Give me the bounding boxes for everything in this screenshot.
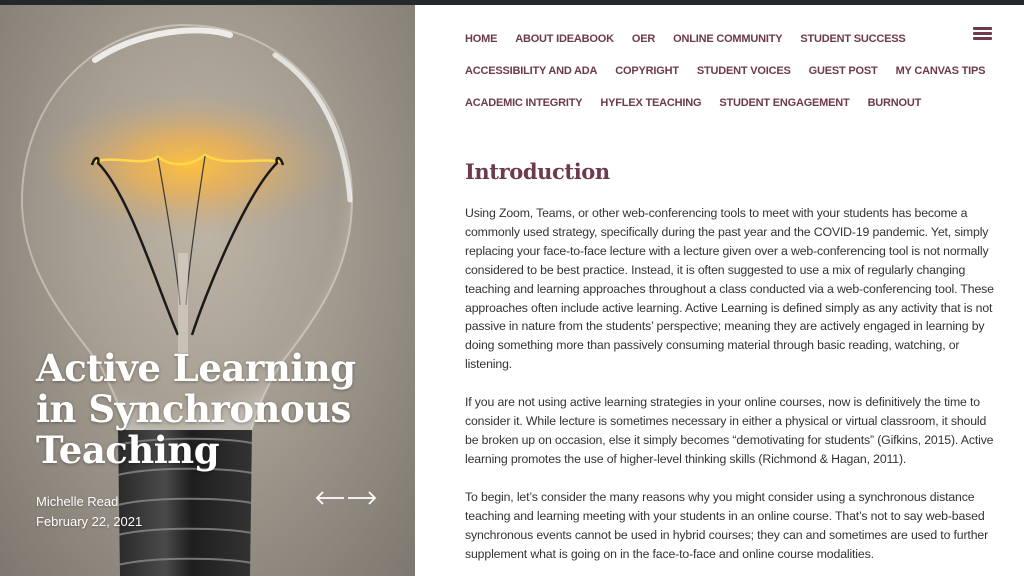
hamburger-icon-bar [973, 32, 992, 35]
nav-item-academic-integrity[interactable]: ACADEMIC INTEGRITY [465, 97, 583, 109]
previous-post-arrow-icon[interactable] [315, 490, 345, 506]
post-title: Active Learning in Synchronous Teaching [36, 348, 396, 471]
post-meta: Michelle Read February 22, 2021 [36, 492, 142, 532]
nav-item-oer[interactable]: OER [632, 33, 655, 45]
nav-item-student-engagement[interactable]: STUDENT ENGAGEMENT [719, 97, 849, 109]
post-date: February 22, 2021 [36, 514, 143, 529]
nav-item-online-community[interactable]: ONLINE COMMUNITY [673, 33, 782, 45]
hamburger-icon-bar [973, 37, 992, 40]
article-content: Introduction Using Zoom, Teams, or other… [465, 157, 997, 582]
nav-row: HOME ABOUT IDEABOOK OER ONLINE COMMUNITY… [465, 23, 935, 55]
nav-item-student-voices[interactable]: STUDENT VOICES [697, 65, 791, 77]
nav-item-copyright[interactable]: COPYRIGHT [615, 65, 679, 77]
main-navigation: HOME ABOUT IDEABOOK OER ONLINE COMMUNITY… [465, 23, 985, 119]
nav-item-hyflex-teaching[interactable]: HYFLEX TEACHING [600, 97, 701, 109]
nav-item-my-canvas-tips[interactable]: MY CANVAS TIPS [896, 65, 986, 77]
nav-item-student-success[interactable]: STUDENT SUCCESS [800, 33, 905, 45]
nav-item-about-ideabook[interactable]: ABOUT IDEABOOK [515, 33, 614, 45]
post-author[interactable]: Michelle Read [36, 492, 142, 512]
nav-item-guest-post[interactable]: GUEST POST [809, 65, 878, 77]
next-post-arrow-icon[interactable] [347, 490, 377, 506]
nav-item-burnout[interactable]: BURNOUT [868, 97, 922, 109]
article-paragraph: Using Zoom, Teams, or other web-conferen… [465, 206, 994, 372]
post-title-line: Teaching [36, 428, 220, 472]
post-navigation[interactable] [315, 490, 377, 506]
section-heading: Introduction [465, 159, 610, 184]
hamburger-menu-button[interactable] [973, 27, 992, 41]
hamburger-icon-bar [973, 27, 992, 30]
post-title-line: Active Learning [36, 346, 356, 390]
nav-item-home[interactable]: HOME [465, 33, 497, 45]
article-paragraph: If you are not using active learning str… [465, 395, 994, 466]
nav-row: ACCESSIBILITY AND ADA COPYRIGHT STUDENT … [465, 55, 985, 87]
hero-banner: Active Learning in Synchronous Teaching … [0, 5, 415, 576]
post-title-line: in Synchronous [36, 387, 351, 431]
article-paragraph: To begin, let’s consider the many reason… [465, 489, 989, 561]
nav-item-accessibility-and-ada[interactable]: ACCESSIBILITY AND ADA [465, 65, 597, 77]
nav-row: ACADEMIC INTEGRITY HYFLEX TEACHING STUDE… [465, 87, 935, 119]
